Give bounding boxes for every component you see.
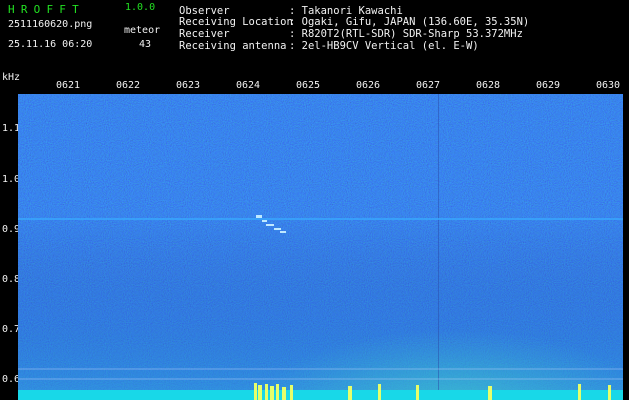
x-tick-0627: 0627 [416,80,441,91]
meteor-label: meteor [124,25,161,36]
observer-label: Observer [179,5,230,17]
receiver-value: : R820T2(RTL-SDR) SDR-Sharp 53.372MHz [289,28,523,40]
header-panel: HROFFT 1.0.0 2511160620.png 25.11.16 06:… [0,0,629,83]
x-tick-0623: 0623 [176,80,201,91]
x-tick-0621: 0621 [56,80,81,91]
waterfall-low-band-warm [198,244,623,400]
waterfall-spectrogram [18,94,623,400]
x-tick-0630: 0630 [596,80,621,91]
grid-vline [438,94,439,400]
x-tick-0629: 0629 [536,80,561,91]
receiver-label: Receiver [179,28,230,40]
x-tick-0622: 0622 [116,80,141,91]
antenna-label: Receiving antenna [179,40,287,52]
image-filename: 2511160620.png [8,19,93,30]
capture-datetime: 25.11.16 06:20 [8,39,93,50]
location-label: Receiving Location [179,16,293,28]
x-tick-0628: 0628 [476,80,501,91]
x-tick-0625: 0625 [296,80,321,91]
app-title: HROFFT [8,3,85,16]
y-axis-unit: kHz [2,72,21,83]
app-version: 1.0.0 [125,2,156,13]
meteor-count: 43 [139,39,152,50]
location-value: : Ogaki, Gifu, JAPAN (136.60E, 35.35N) [289,16,530,28]
observer-value: : Takanori Kawachi [289,5,403,17]
antenna-value: : 2el-HB9CV Vertical (el. E-W) [289,40,479,52]
x-tick-0626: 0626 [356,80,381,91]
x-tick-0624: 0624 [236,80,261,91]
